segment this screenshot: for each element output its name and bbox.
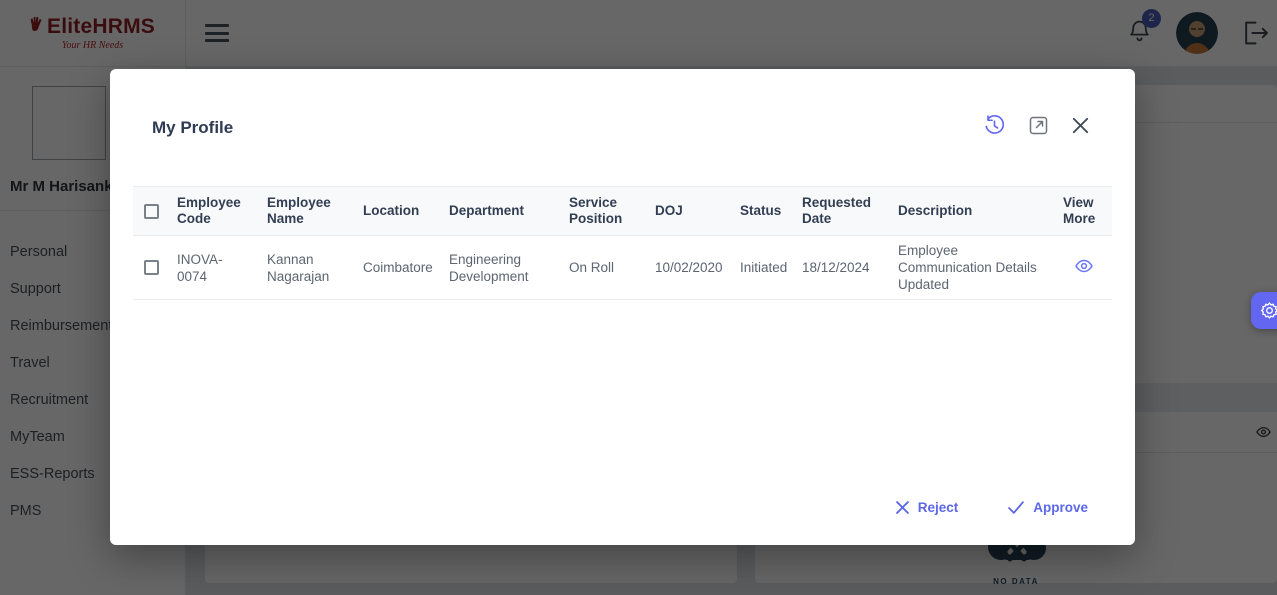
cell-department: Engineering Development [441,236,561,300]
col-description: Description [890,187,1055,236]
select-all-checkbox[interactable] [144,204,159,219]
approve-check-icon [1008,501,1024,514]
table-row: INOVA-0074 Kannan Nagarajan Coimbatore E… [133,236,1112,300]
hrms-app: EliteHRMS Your HR Needs 2 [0,0,1277,595]
cell-employee-name: Kannan Nagarajan [259,236,355,300]
row-checkbox[interactable] [144,260,159,275]
col-employee-code: Employee Code [169,187,259,236]
approve-button[interactable]: Approve [1008,500,1088,515]
history-icon[interactable] [984,115,1005,136]
modal-title: My Profile [152,118,233,138]
approve-label: Approve [1033,500,1088,515]
close-icon[interactable] [1072,117,1089,134]
cell-requested-date: 18/12/2024 [794,236,890,300]
gear-icon[interactable] [1251,292,1277,329]
reject-x-icon [896,501,909,514]
eye-icon[interactable] [1075,259,1093,273]
cell-employee-code: INOVA-0074 [169,236,259,300]
col-location: Location [355,187,441,236]
reject-button[interactable]: Reject [896,500,959,515]
expand-icon[interactable] [1029,116,1048,135]
cell-doj: 10/02/2020 [647,236,732,300]
cell-description: Employee Communication Details Updated [890,236,1055,300]
col-view-more: View More [1055,187,1112,236]
col-doj: DOJ [647,187,732,236]
reject-label: Reject [918,500,959,515]
my-profile-modal: My Profile [110,69,1135,545]
table-header-row: Employee Code Employee Name Location Dep… [133,187,1112,236]
cell-service-position: On Roll [561,236,647,300]
col-service-position: Service Position [561,187,647,236]
cell-location: Coimbatore [355,236,441,300]
approval-table: Employee Code Employee Name Location Dep… [133,186,1112,300]
col-requested-date: Requested Date [794,187,890,236]
col-status: Status [732,187,794,236]
col-department: Department [441,187,561,236]
col-employee-name: Employee Name [259,187,355,236]
cell-status: Initiated [732,236,794,300]
